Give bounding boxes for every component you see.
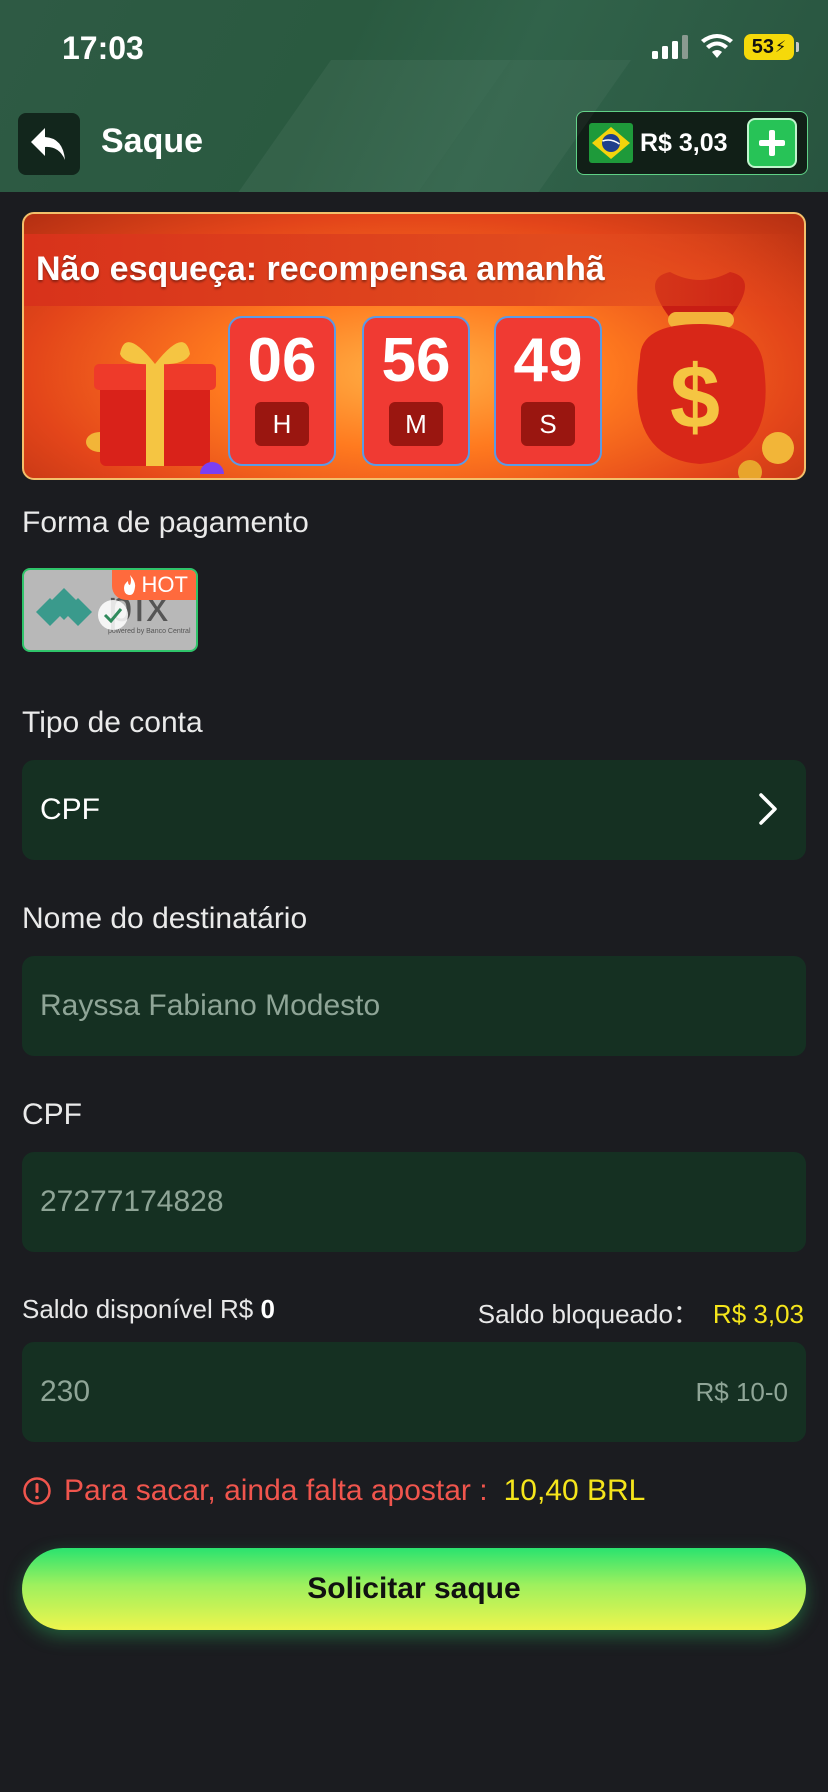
timer-seconds-unit: S <box>521 402 575 446</box>
timer-minutes-value: 56 <box>381 326 451 395</box>
banner-title: Não esqueça: recompensa amanhã <box>36 250 605 288</box>
payment-method-label: Forma de pagamento <box>22 506 309 539</box>
hot-badge-label: HOT <box>141 572 188 597</box>
app-header: 17:03 53 ⚡ Saque R$ 3,03 <box>0 0 828 192</box>
check-icon <box>98 600 128 630</box>
battery-icon: 53 ⚡ <box>744 34 799 60</box>
recipient-name-input[interactable]: Rayssa Fabiano Modesto <box>22 956 806 1056</box>
alert-circle-icon <box>23 1477 51 1505</box>
cpf-input[interactable]: 27277174828 <box>22 1152 806 1252</box>
request-withdrawal-button[interactable]: Solicitar saque <box>22 1548 806 1630</box>
status-time: 17:03 <box>62 30 144 66</box>
pix-subtitle: powered by Banco Central <box>108 628 191 635</box>
warning-text: Para sacar, ainda falta apostar : <box>64 1474 488 1507</box>
status-icons: 53 ⚡ <box>652 34 799 60</box>
flame-icon <box>123 575 135 595</box>
account-type-value: CPF <box>40 793 100 826</box>
bet-requirement-warning: Para sacar, ainda falta apostar : 10,40 … <box>22 1474 645 1508</box>
available-balance: Saldo disponível R$ 0 <box>22 1294 275 1325</box>
signal-icon <box>652 35 688 59</box>
back-button[interactable] <box>18 113 80 175</box>
withdraw-range-hint: R$ 10-0 <box>695 1376 789 1407</box>
timer-minutes: 56 M <box>362 316 470 466</box>
svg-text:$: $ <box>670 348 720 448</box>
payment-option-pix[interactable]: pix powered by Banco Central HOT <box>22 568 198 652</box>
available-balance-value: 0 <box>260 1294 275 1324</box>
battery-level: 53 <box>751 35 774 58</box>
timer-minutes-unit: M <box>389 402 443 446</box>
deposit-plus-button[interactable] <box>747 118 797 168</box>
account-type-label: Tipo de conta <box>22 706 203 739</box>
gift-box-icon <box>86 342 224 474</box>
timer-hours-value: 06 <box>247 326 317 395</box>
wifi-icon <box>701 34 733 58</box>
pix-logo-icon <box>36 588 92 626</box>
hot-badge: HOT <box>111 570 196 600</box>
recipient-name-label: Nome do destinatário <box>22 902 308 935</box>
chevron-right-icon <box>759 793 777 825</box>
timer-hours: 06 H <box>228 316 336 466</box>
timer-seconds-value: 49 <box>513 326 583 395</box>
reward-banner[interactable]: $ Não esqueça: recompensa amanhã 06 H 56… <box>22 212 806 480</box>
blocked-balance-label: Saldo bloqueado： <box>477 1299 699 1329</box>
back-arrow-icon <box>31 128 65 160</box>
cpf-label: CPF <box>22 1098 82 1131</box>
blocked-balance-value: R$ 3,03 <box>712 1299 804 1329</box>
balance-amount: R$ 3,03 <box>640 128 728 157</box>
available-balance-label: Saldo disponível R$ <box>22 1294 261 1324</box>
withdraw-amount-input[interactable]: 230 R$ 10-0 <box>22 1342 806 1442</box>
account-type-select[interactable]: CPF <box>22 760 806 860</box>
timer-hours-unit: H <box>255 402 309 446</box>
brazil-flag-icon <box>589 123 633 163</box>
withdraw-amount-placeholder: 230 <box>40 1375 91 1408</box>
timer-seconds: 49 S <box>494 316 602 466</box>
warning-amount: 10,40 BRL <box>503 1474 646 1507</box>
cpf-placeholder: 27277174828 <box>40 1185 224 1218</box>
recipient-name-placeholder: Rayssa Fabiano Modesto <box>40 989 381 1022</box>
balance-box[interactable]: R$ 3,03 <box>576 111 808 175</box>
page-title: Saque <box>101 122 204 160</box>
blocked-balance: Saldo bloqueado： R$ 3,03 <box>478 1294 804 1331</box>
plus-icon <box>759 130 785 156</box>
